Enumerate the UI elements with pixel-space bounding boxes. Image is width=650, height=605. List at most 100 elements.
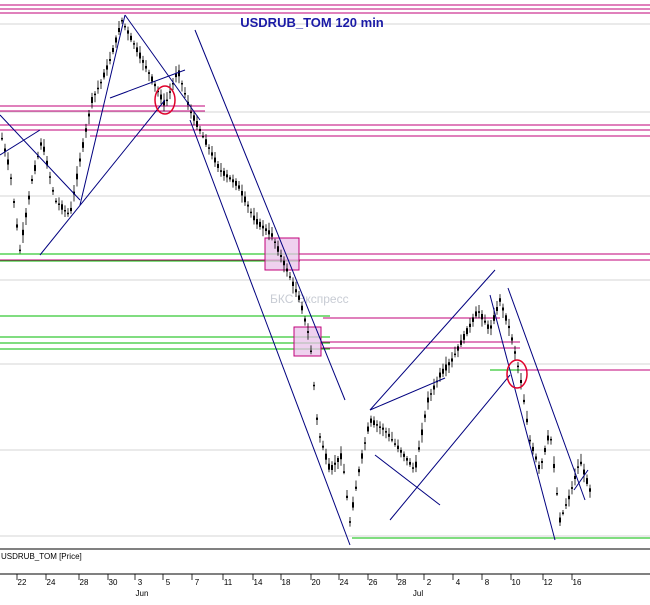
candle-body [445, 364, 447, 371]
candle-body [433, 385, 435, 390]
candle-body [160, 94, 162, 100]
x-tick-label: 8 [485, 578, 490, 587]
x-tick-label: 30 [109, 578, 118, 587]
candle-body [379, 426, 381, 428]
candle-body [574, 475, 576, 480]
candle-body [100, 81, 102, 84]
candle-body [115, 37, 117, 43]
candle-body [205, 139, 207, 145]
candle-body [370, 418, 372, 423]
candle-body [271, 233, 273, 237]
candle-body [385, 431, 387, 433]
candle-body [319, 436, 321, 438]
candle-body [13, 201, 15, 203]
candle-body [352, 502, 354, 508]
x-tick-label: 24 [340, 578, 349, 587]
candle-body [409, 461, 411, 465]
candle-body [259, 221, 261, 227]
candle-body [199, 128, 201, 132]
candle-body [325, 453, 327, 460]
candle-body [127, 30, 129, 34]
candle-body [346, 495, 348, 499]
candle-body [334, 462, 336, 465]
candle-body [556, 492, 558, 495]
candle-body [475, 311, 477, 317]
candle-body [256, 219, 258, 225]
candle-body [292, 281, 294, 286]
candle-body [460, 340, 462, 345]
candle-body [586, 478, 588, 484]
candle-body [508, 325, 510, 329]
candle-body [175, 73, 177, 78]
candle-body [337, 458, 339, 462]
candle-body [580, 461, 582, 465]
candle-body [130, 35, 132, 41]
candle-body [55, 200, 57, 203]
candle-body [505, 315, 507, 321]
candle-body [358, 469, 360, 473]
candle-body [520, 379, 522, 384]
candle-body [322, 445, 324, 448]
candle-body [481, 313, 483, 320]
candle-body [10, 177, 12, 179]
candle-body [118, 28, 120, 32]
candle-body [7, 159, 9, 165]
candle-body [97, 87, 99, 90]
candle-body [439, 372, 441, 378]
candle-body [154, 83, 156, 87]
candle-body [373, 420, 375, 425]
candle-body [106, 65, 108, 70]
candle-body [133, 43, 135, 45]
candle-body [289, 276, 291, 278]
candle-body [544, 448, 546, 452]
candle-body [226, 174, 228, 178]
x-tick-label: 14 [254, 578, 263, 587]
candle-body [406, 458, 408, 461]
candle-body [58, 203, 60, 205]
candle-body [121, 19, 123, 22]
chart-title: USDRUB_TOM 120 min [240, 15, 384, 30]
candle-body [220, 170, 222, 172]
candle-body [466, 328, 468, 335]
x-tick-label: 28 [398, 578, 407, 587]
candle-body [526, 418, 528, 423]
candle-body [91, 97, 93, 103]
candle-body [88, 113, 90, 117]
x-tick-label: 10 [512, 578, 521, 587]
candle-body [430, 393, 432, 395]
candle-body [535, 456, 537, 460]
candle-body [478, 311, 480, 313]
candle-body [565, 504, 567, 506]
candle-body [22, 229, 24, 236]
candle-body [517, 365, 519, 368]
candle-body [82, 142, 84, 148]
candle-body [277, 246, 279, 252]
candle-body [49, 176, 51, 178]
candle-body [295, 289, 297, 293]
candle-body [571, 487, 573, 489]
x-tick-label: 22 [18, 578, 27, 587]
candle-body [412, 467, 414, 469]
candle-body [76, 173, 78, 180]
candle-body [223, 170, 225, 176]
candle-body [541, 461, 543, 463]
candle-body [67, 212, 69, 215]
candle-body [139, 52, 141, 59]
candle-body [355, 486, 357, 489]
candle-body [349, 521, 351, 523]
candle-body [298, 295, 300, 300]
candle-body [280, 255, 282, 257]
candle-body [307, 331, 309, 333]
candle-body [532, 446, 534, 452]
x-tick-label: 18 [282, 578, 291, 587]
candle-body [136, 47, 138, 53]
candle-body [94, 93, 96, 96]
candle-body [472, 317, 474, 322]
candle-body [286, 268, 288, 272]
candle-body [499, 298, 501, 302]
candle-body [340, 453, 342, 460]
candle-body [313, 384, 315, 387]
month-label: Jul [413, 589, 423, 598]
candle-body [19, 249, 21, 252]
candle-body [169, 91, 171, 93]
